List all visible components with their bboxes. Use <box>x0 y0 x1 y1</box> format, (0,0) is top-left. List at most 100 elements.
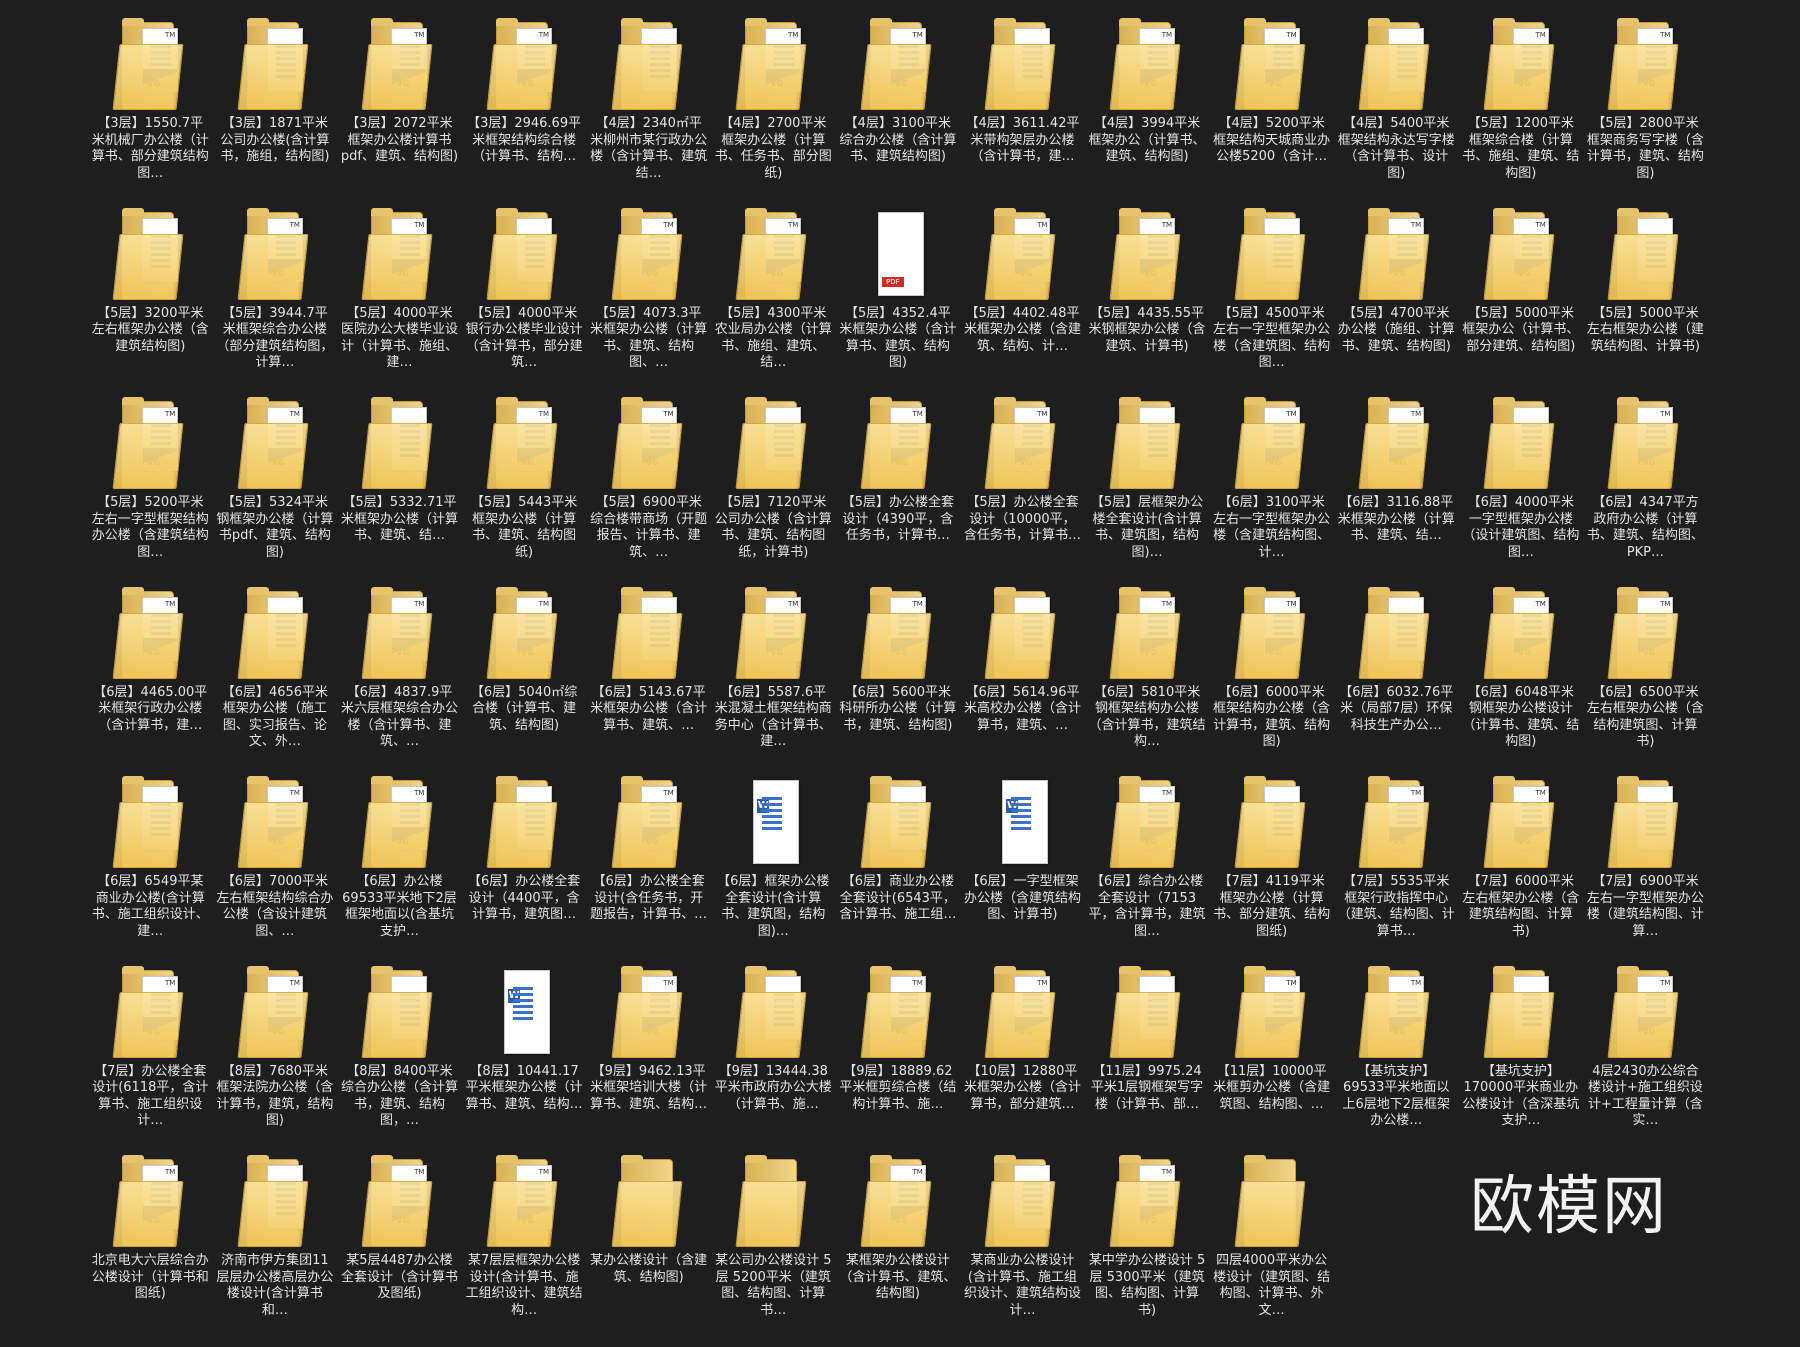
file-item[interactable]: W【8层】10441.17平米框架办公楼（计算书、建筑、结构… <box>462 964 587 1154</box>
folder-doc-icon <box>1483 395 1559 491</box>
file-item[interactable]: VGTM【5层】2800平米框架商务写字楼（含计算书，建筑、结构图) <box>1583 16 1708 206</box>
file-item[interactable]: VGTM【5层】5443平米框架办公楼（计算书、建筑、结构图纸) <box>462 395 587 585</box>
file-item[interactable]: VGTM某中学办公楼设计 5层 5300平米（建筑图、结构图、计算书) <box>1085 1153 1210 1343</box>
file-item[interactable]: VGTM4层2430办公综合楼设计+施工组织设计+工程量计算（含实… <box>1583 964 1708 1154</box>
file-item[interactable]: VGTM【6层】5810平米钢框架结构办公楼（含计算书，建筑结构… <box>1085 585 1210 775</box>
file-item[interactable]: VGTM【7层】5535平米框架行政指挥中心（建筑、结构图、计算书… <box>1334 774 1459 964</box>
file-item[interactable]: VGTM【5层】办公楼全套设计（10000平，含任务书，计算书… <box>960 395 1085 585</box>
file-item[interactable]: VGTM北京电大六层综合办公楼设计（计算书和图纸) <box>88 1153 213 1343</box>
file-item[interactable]: VGTM【6层】7000平米左右框架结构综合办公楼（含设计建筑图、… <box>213 774 338 964</box>
file-item[interactable]: VGTM【8层】7680平米框架法院办公楼（含计算书，建筑，结构图) <box>213 964 338 1154</box>
file-label: 【6层】综合办公楼全套设计（7153平，含计算书，建筑图… <box>1088 874 1206 939</box>
file-item[interactable]: VGTM【6层】4347平方政府办公楼（计算书、建筑、结构图、PKP… <box>1583 395 1708 585</box>
file-item[interactable]: VGTM【9层】9462.13平米框架培训大楼（计算书、建筑、结构… <box>586 964 711 1154</box>
file-item[interactable]: VGTM【6层】5600平米科研所办公楼（计算书，建筑、结构图) <box>836 585 961 775</box>
file-item[interactable]: VGTM【4层】3994平米框架办公（计算书、建筑、结构图) <box>1085 16 1210 206</box>
file-item[interactable]: VGTM【7层】办公楼全套设计(6118平，含计算书、施工组织设计… <box>88 964 213 1154</box>
folder-doc-icon: VGTM <box>486 1153 562 1249</box>
file-item[interactable]: VGTM【5层】5200平米左右一字型框架结构办公楼（含建筑结构图… <box>88 395 213 585</box>
folder-doc-icon: VGTM <box>1234 585 1310 681</box>
file-item[interactable]: VGTM【4层】2700平米框架办公楼（计算书、任务书、部分图纸) <box>711 16 836 206</box>
file-item[interactable]: 【6层】4000平米一字型框架办公楼（设计建筑图、结构图… <box>1459 395 1584 585</box>
file-label: 【7层】6000平米左右框架办公楼（含建筑结构图、计算书) <box>1462 874 1580 939</box>
file-item[interactable]: 【基坑支护】170000平米商业办公楼设计（含深基坑支护… <box>1459 964 1584 1154</box>
file-item[interactable]: VGTM四层4000平米办公楼设计（建筑图、结构图、计算书、外文… <box>1209 1153 1334 1343</box>
file-item[interactable]: VGTM【6层】3116.88平米框架办公楼（计算书、建筑、结… <box>1334 395 1459 585</box>
file-item[interactable]: 【5层】3200平米左右框架办公楼（含建筑结构图) <box>88 206 213 396</box>
file-item[interactable]: 某商业办公楼设计(含计算书、施工组织设计、建筑结构设计… <box>960 1153 1085 1343</box>
file-item[interactable]: VGTM【10层】12880平米框架办公楼（含计算书，部分建筑… <box>960 964 1085 1154</box>
file-item[interactable]: 济南市伊方集团11层层办公楼高层办公楼设计(含计算书和… <box>213 1153 338 1343</box>
file-item[interactable]: VGTM【6层】办公楼69533平米地下2层框架地面以(含基坑支护… <box>337 774 462 964</box>
file-item[interactable]: 【6层】6549平某商业办公楼(含计算书、施工组织设计、建… <box>88 774 213 964</box>
folder-doc-icon: VGTM <box>735 585 811 681</box>
file-item[interactable]: VGTM【6层】4465.00平米框架行政办公楼（含计算书，建… <box>88 585 213 775</box>
file-item[interactable]: VGTM【6层】4837.9平米六层框架综合办公楼（含计算书、建筑、… <box>337 585 462 775</box>
file-item[interactable]: VGTM【5层】1200平米框架综合楼（计算书、施组、建筑、结构图) <box>1459 16 1584 206</box>
file-item[interactable]: VGTM【6层】6500平米左右框架办公楼（含结构建筑图、计算书) <box>1583 585 1708 775</box>
file-item[interactable]: 【6层】5143.67平米框架办公楼（含计算书、建筑、… <box>586 585 711 775</box>
file-item[interactable]: VGTM【6层】3100平米左右一字型框架办公楼（含建筑结构图、计… <box>1209 395 1334 585</box>
file-item[interactable]: VGTM【5层】6900平米综合楼带商场（开题报告、计算书、建筑、… <box>586 395 711 585</box>
file-item[interactable]: VGTM【5层】办公楼全套设计（4390平，含任务书，计算书… <box>836 395 961 585</box>
file-item[interactable]: VGTM【6层】综合办公楼全套设计（7153平，含计算书，建筑图… <box>1085 774 1210 964</box>
file-item[interactable]: 【5层】4000平米银行办公楼毕业设计（含计算书，部分建筑… <box>462 206 587 396</box>
file-item[interactable]: VGTM某框架办公楼设计（含计算书、建筑、结构图) <box>836 1153 961 1343</box>
file-item[interactable]: VGTM某5层4487办公楼全套设计（含计算书及图纸) <box>337 1153 462 1343</box>
file-item[interactable]: VGTM【5层】5000平米框架办公（计算书、部分建筑、结构图) <box>1459 206 1584 396</box>
file-item[interactable]: 【6层】6032.76平米（局部7层）环保科技生产办公… <box>1334 585 1459 775</box>
file-item[interactable]: VGTM【3层】1550.7平米机械厂办公楼（计算书、部分建筑结构图… <box>88 16 213 206</box>
file-item[interactable]: 【4层】5400平米框架结构永达写字楼（含计算书、设计图) <box>1334 16 1459 206</box>
file-item[interactable]: 【6层】办公楼全套设计（4400平，含计算书，建筑图… <box>462 774 587 964</box>
file-item[interactable]: VGTM【11层】10000平米框剪办公楼（含建筑图、结构图、… <box>1209 964 1334 1154</box>
file-item[interactable]: VGTM【5层】4402.48平米框架办公楼（含建筑、结构、计… <box>960 206 1085 396</box>
file-item[interactable]: VGTM某7层层框架办公楼设计(含计算书、施工组织设计、建筑结构… <box>462 1153 587 1343</box>
file-item[interactable]: VGTM某公司办公楼设计 5层 5200平米（建筑图、结构图、计算书… <box>711 1153 836 1343</box>
file-item[interactable]: 【5层】7120平米公司办公楼（含计算书、建筑、结构图纸，计算书) <box>711 395 836 585</box>
file-item[interactable]: VGTM【基坑支护】69533平米地面以上6层地下2层框架办公楼… <box>1334 964 1459 1154</box>
file-item[interactable]: PDF 【5层】4352.4平米框架办公楼（含计算书、建筑、结构图) <box>836 206 961 396</box>
file-label: 【8层】10441.17平米框架办公楼（计算书、建筑、结构… <box>465 1063 583 1112</box>
file-item[interactable]: 【6层】商业办公楼全套设计(6543平，含计算书、施工组… <box>836 774 961 964</box>
file-item[interactable]: 【5层】5332.71平米框架办公楼（计算书、建筑、结… <box>337 395 462 585</box>
file-item[interactable]: VGTM【6层】6048平米钢框架办公楼设计（计算书、建筑、结构图) <box>1459 585 1584 775</box>
file-item[interactable]: W【6层】一字型框架办公楼（含建筑结构图、计算书) <box>960 774 1085 964</box>
file-item[interactable]: 【5层】层框架办公楼全套设计(含计算书、建筑图，结构图)… <box>1085 395 1210 585</box>
file-item[interactable]: VGTM【6层】6000平米框架结构办公楼（含计算书，建筑、结构图) <box>1209 585 1334 775</box>
file-item[interactable]: VGTM【5层】3944.7平米框架综合办公楼（部分建筑结构图，计算… <box>213 206 338 396</box>
file-item[interactable]: VGTM【7层】6000平米左右框架办公楼（含建筑结构图、计算书) <box>1459 774 1584 964</box>
file-item[interactable]: 【11层】9975.24平米1层钢框架写字楼（计算书、部… <box>1085 964 1210 1154</box>
file-item[interactable]: 【9层】13444.38平米市政府办公大楼（计算书、施… <box>711 964 836 1154</box>
file-item[interactable]: VGTM【6层】办公楼全套设计(含任务书，开题报告，计算书、… <box>586 774 711 964</box>
file-item[interactable]: 【4层】3611.42平米带构架层办公楼（含计算书，建… <box>960 16 1085 206</box>
file-label: 【6层】4656平米框架办公楼（施工图、实习报告、论文、外… <box>221 684 329 750</box>
file-label: 某公司办公楼设计 5层 5200平米（建筑图、结构图、计算书… <box>715 1253 832 1318</box>
file-item[interactable]: 【5层】4500平米左右一字型框架办公楼（含建筑图、结构图… <box>1209 206 1334 396</box>
file-item[interactable]: 【7层】6900平米左右一字型框架办公楼（建筑结构图、计算… <box>1583 774 1708 964</box>
file-item[interactable]: VGTM【5层】5324平米钢框架办公楼（计算书pdf、建筑、结构图) <box>213 395 338 585</box>
file-item[interactable]: W【6层】框架办公楼全套设计(含计算书、建筑图，结构图)… <box>711 774 836 964</box>
file-item[interactable]: 【7层】4119平米框架办公楼（计算书、部分建筑、结构图纸) <box>1209 774 1334 964</box>
file-item[interactable]: VGTM【3层】2072平米框架办公楼计算书pdf、建筑、结构图) <box>337 16 462 206</box>
file-item[interactable]: VGTM【4层】3100平米综合办公楼（含计算书、建筑结构图) <box>836 16 961 206</box>
file-item[interactable]: VGTM【5层】4000平米医院办公大楼毕业设计（计算书、施组、建… <box>337 206 462 396</box>
file-item[interactable]: 某办公楼设计（含建筑、结构图) <box>586 1153 711 1343</box>
folder-doc-icon <box>486 206 562 302</box>
file-item[interactable]: VGTM【5层】4700平米办公楼（施组、计算书、建筑、结构图) <box>1334 206 1459 396</box>
folder-doc-icon <box>1234 774 1310 870</box>
file-item[interactable]: 【3层】1871平米公司办公楼(含计算书，施组，结构图) <box>213 16 338 206</box>
file-item[interactable]: VGTM【4层】5200平米框架结构天城商业办公楼5200（含计… <box>1209 16 1334 206</box>
file-item[interactable]: 【8层】8400平米综合办公楼（含计算书，建筑、结构图，… <box>337 964 462 1154</box>
file-item[interactable]: 【6层】4656平米框架办公楼（施工图、实习报告、论文、外… <box>213 585 338 775</box>
file-label: 【5层】5332.71平米框架办公楼（计算书、建筑、结… <box>340 495 458 543</box>
file-item[interactable]: 【5层】5000平米左右框架办公楼（建筑结构图、计算书) <box>1583 206 1708 396</box>
file-item[interactable]: 【4层】2340㎡平米柳州市某行政办公楼（含计算书、建筑结… <box>586 16 711 206</box>
file-item[interactable]: VGTM【3层】2946.69平米框架结构综合楼（计算书、结构… <box>462 16 587 206</box>
file-item[interactable]: VGTM【5层】4435.55平米钢框架办公楼（含建筑、计算书) <box>1085 206 1210 396</box>
file-item[interactable]: VGTM【5层】4073.3平米框架办公楼（计算书、建筑、结构图、… <box>586 206 711 396</box>
file-item[interactable]: VGTM【9层】18889.62平米框剪综合楼（结构计算书、施… <box>836 964 961 1154</box>
file-item[interactable]: 【6层】5614.96平米高校办公楼（含计算书，建筑、… <box>960 585 1085 775</box>
file-item[interactable]: VGTM【6层】5587.6平米混凝土框架结构商务中心（含计算书、建… <box>711 585 836 775</box>
file-item[interactable]: VGTM【6层】5040㎡综合楼（计算书、建筑、结构图) <box>462 585 587 775</box>
file-item[interactable]: VGTM【5层】4300平米农业局办公楼（计算书、施组、建筑、结… <box>711 206 836 396</box>
